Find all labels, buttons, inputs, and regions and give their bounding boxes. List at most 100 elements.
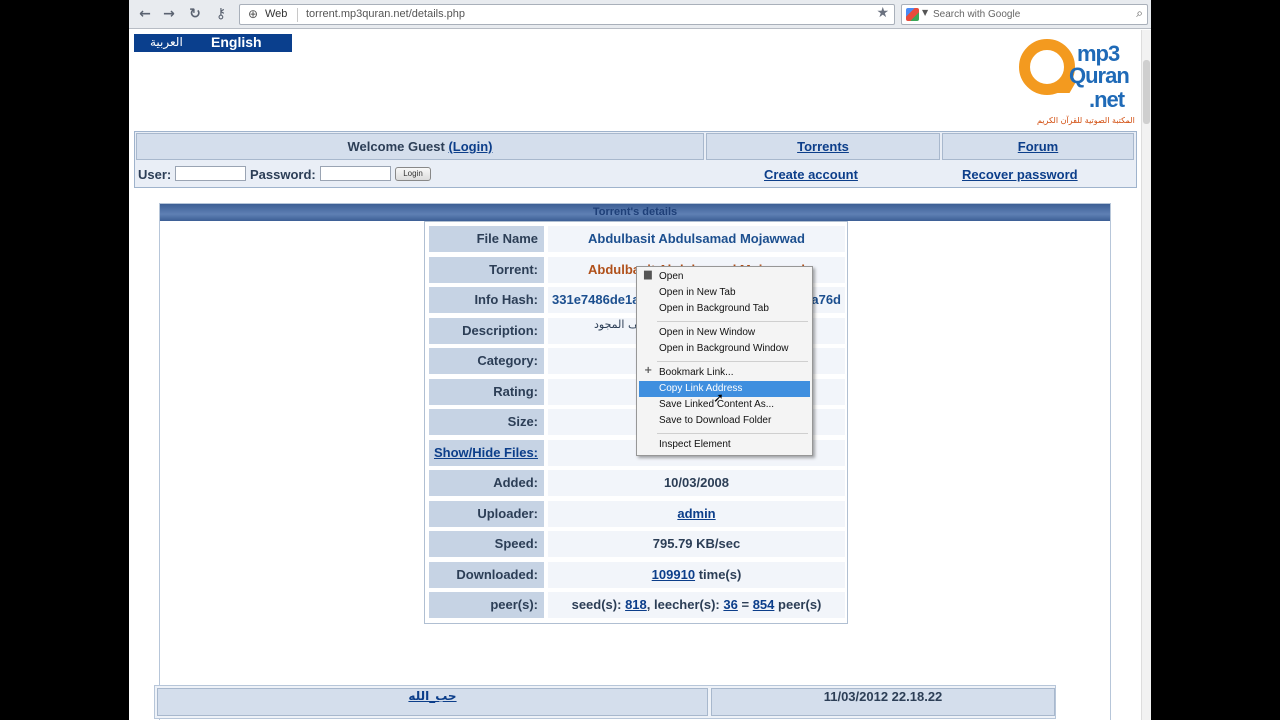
address-bar[interactable]: ⊕ Web torrent.mp3quran.net/details.php ★ [239, 4, 895, 25]
menu-item-open-new-window[interactable]: Open in New Window [639, 325, 810, 341]
row-key: Info Hash: [429, 287, 544, 313]
seeds-label: seed(s): [571, 597, 622, 612]
uploader-cell: admin [548, 501, 845, 527]
login-link[interactable]: (Login) [448, 139, 492, 154]
language-switcher: العربية English [134, 34, 292, 52]
welcome-text: Welcome Guest [347, 139, 445, 154]
row-key: Torrent: [429, 257, 544, 283]
row-key: Added: [429, 470, 544, 496]
welcome-cell: Welcome Guest (Login) [136, 133, 704, 160]
plus-icon: + [644, 365, 653, 376]
page-content: العربية English mp3 Quran .net المكتبة ا… [129, 30, 1141, 720]
google-icon[interactable] [906, 8, 919, 21]
search-box[interactable]: ▼ Search with Google ⌕ [901, 4, 1148, 25]
equals-sign: = [741, 597, 750, 612]
panel-title: Torrent's details [160, 204, 1110, 221]
leechers-link[interactable]: 36 [723, 597, 737, 612]
bookmark-star-icon[interactable]: ★ [876, 5, 889, 21]
search-placeholder[interactable]: Search with Google [933, 9, 1020, 20]
menu-item-save-to-download-folder[interactable]: Save to Download Folder [639, 413, 810, 429]
menu-separator [657, 321, 808, 322]
menu-separator [657, 361, 808, 362]
torrents-link[interactable]: Torrents [797, 139, 849, 154]
menu-item-open[interactable]: ▆ Open [639, 269, 810, 285]
added-value: 10/03/2008 [548, 470, 845, 496]
menu-item-save-linked-content[interactable]: Save Linked Content As... [639, 397, 810, 413]
downloaded-link[interactable]: 109910 [652, 567, 695, 582]
leechers-label: , leecher(s): [646, 597, 720, 612]
site-header: Welcome Guest (Login) Torrents Forum Use… [134, 131, 1137, 188]
show-hide-files-link[interactable]: Show/Hide Files: [429, 440, 544, 466]
password-label: Password: [250, 167, 316, 182]
url-separator [297, 8, 298, 22]
folder-icon: ▆ [644, 269, 652, 280]
create-account-link[interactable]: Create account [764, 167, 858, 182]
menu-item-label: Inspect Element [659, 439, 731, 450]
row-key: Uploader: [429, 501, 544, 527]
row-key: File Name [429, 226, 544, 252]
menu-item-label: Open in Background Tab [659, 303, 769, 314]
menu-item-label: Copy Link Address [659, 383, 743, 394]
torrent-details-panel: Torrent's details File Name Abdulbasit A… [159, 203, 1111, 720]
browser-toolbar: ← → ↻ ⚷ ⊕ Web torrent.mp3quran.net/detai… [129, 0, 1151, 29]
comment-row: حب_الله 11/03/2012 22.18.22 [154, 685, 1056, 719]
search-icon[interactable]: ⌕ [1136, 6, 1143, 21]
reload-icon[interactable]: ↻ [187, 6, 203, 22]
back-icon[interactable]: ← [137, 6, 153, 22]
arabic-link[interactable]: العربية [150, 35, 183, 49]
table-row: Downloaded: 109910 time(s) [429, 562, 845, 590]
key-icon[interactable]: ⚷ [213, 6, 229, 22]
site-logo[interactable]: mp3 Quran .net المكتبة الصوتية للقرآن ال… [1015, 39, 1135, 131]
nav-torrents[interactable]: Torrents [706, 133, 940, 160]
comment-author-link[interactable]: حب_الله [157, 688, 708, 716]
recover-password-link[interactable]: Recover password [962, 167, 1078, 182]
url-text[interactable]: torrent.mp3quran.net/details.php [306, 8, 465, 20]
menu-item-label: Bookmark Link... [659, 367, 734, 378]
info-hash-end: a76d [811, 292, 841, 307]
menu-item-open-new-tab[interactable]: Open in New Tab [639, 285, 810, 301]
logo-tagline: المكتبة الصوتية للقرآن الكريم [1037, 116, 1135, 125]
speed-value: 795.79 KB/sec [548, 531, 845, 557]
vertical-scrollbar[interactable] [1141, 30, 1151, 720]
info-hash-start: 331e7486de1a [552, 292, 640, 307]
menu-item-copy-link-address[interactable]: Copy Link Address [639, 381, 810, 397]
login-button[interactable]: Login [395, 167, 431, 181]
downloaded-cell: 109910 time(s) [548, 562, 845, 588]
chevron-down-icon[interactable]: ▼ [922, 8, 928, 17]
row-key: Speed: [429, 531, 544, 557]
menu-item-label: Open in New Window [659, 327, 756, 338]
scrollbar-thumb[interactable] [1143, 60, 1150, 124]
menu-item-label: Open in New Tab [659, 287, 736, 298]
peers-cell: seed(s): 818, leecher(s): 36 = 854 peer(… [548, 592, 845, 618]
menu-item-label: Open in Background Window [659, 343, 789, 354]
user-input[interactable] [175, 166, 246, 181]
menu-item-bookmark-link[interactable]: + Bookmark Link... [639, 365, 810, 381]
user-label: User: [138, 167, 172, 182]
forum-link[interactable]: Forum [1018, 139, 1058, 154]
login-row: User: Password: Login Create account Rec… [135, 162, 1136, 188]
logo-line2: Quran [1069, 63, 1130, 88]
nav-forum[interactable]: Forum [942, 133, 1134, 160]
password-input[interactable] [320, 166, 391, 181]
url-scheme-label: Web [265, 8, 288, 20]
english-link[interactable]: English [211, 34, 262, 50]
forward-icon[interactable]: → [161, 6, 177, 22]
menu-item-open-background-tab[interactable]: Open in Background Tab [639, 301, 810, 317]
globe-icon: ⊕ [248, 7, 259, 21]
seeds-link[interactable]: 818 [625, 597, 647, 612]
row-key: peer(s): [429, 592, 544, 618]
table-row: peer(s): seed(s): 818, leecher(s): 36 = … [429, 592, 845, 620]
uploader-link[interactable]: admin [677, 506, 715, 521]
row-key: Rating: [429, 379, 544, 405]
menu-item-label: Save to Download Folder [659, 415, 772, 426]
logo-line3: .net [1089, 87, 1125, 112]
menu-item-inspect-element[interactable]: Inspect Element [639, 437, 810, 453]
mouse-cursor-icon: ➚ [713, 391, 724, 406]
table-row: File Name Abdulbasit Abdulsamad Mojawwad [429, 226, 845, 254]
table-row: Added: 10/03/2008 [429, 470, 845, 498]
menu-item-open-background-window[interactable]: Open in Background Window [639, 341, 810, 357]
table-row: Speed: 795.79 KB/sec [429, 531, 845, 559]
peers-link[interactable]: 854 [753, 597, 775, 612]
row-key: Size: [429, 409, 544, 435]
table-row: Uploader: admin [429, 501, 845, 529]
